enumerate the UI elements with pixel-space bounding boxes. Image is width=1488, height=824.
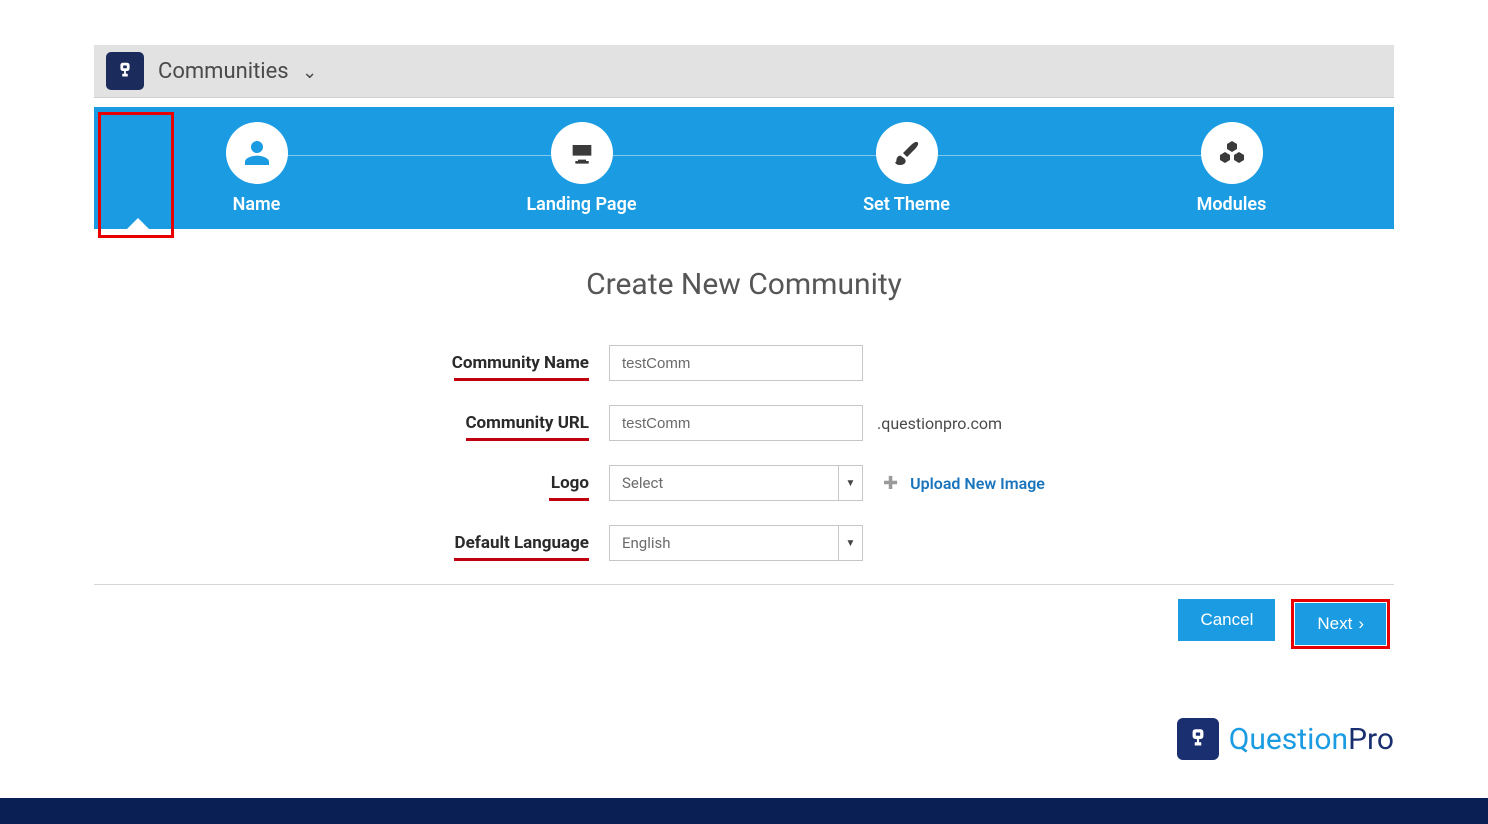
form-area: Community Name Community URL .questionpr… bbox=[94, 344, 1394, 562]
logo-select-value: Select bbox=[622, 474, 663, 492]
default-language-select[interactable]: English ▼ bbox=[609, 525, 863, 561]
upload-link-text: Upload New Image bbox=[910, 474, 1045, 493]
active-step-caret bbox=[126, 218, 150, 230]
button-row: Cancel Next › bbox=[94, 585, 1394, 649]
logo-select[interactable]: Select ▼ bbox=[609, 465, 863, 501]
select-arrow-icon: ▼ bbox=[838, 466, 862, 500]
step-label-modules: Modules bbox=[1069, 194, 1394, 215]
cubes-icon bbox=[1201, 122, 1263, 184]
footer-brand: QuestionPro bbox=[1177, 718, 1394, 760]
select-arrow-icon: ▼ bbox=[838, 526, 862, 560]
step-modules[interactable]: Modules bbox=[1069, 122, 1394, 215]
cancel-button[interactable]: Cancel bbox=[1178, 599, 1275, 641]
next-button[interactable]: Next › bbox=[1295, 603, 1386, 645]
row-default-language: Default Language English ▼ bbox=[384, 524, 1394, 562]
step-label-landing: Landing Page bbox=[419, 194, 744, 215]
step-label-theme: Set Theme bbox=[744, 194, 1069, 215]
step-label-name: Name bbox=[94, 194, 419, 215]
step-landing-page[interactable]: Landing Page bbox=[419, 122, 744, 215]
label-community-url: Community URL bbox=[384, 413, 609, 433]
language-select-value: English bbox=[622, 534, 671, 552]
url-suffix: .questionpro.com bbox=[877, 414, 1002, 433]
brand-text-1: Question bbox=[1229, 722, 1348, 757]
monitor-icon bbox=[551, 122, 613, 184]
step-name[interactable]: Name bbox=[94, 122, 419, 215]
qp-logo-footer-icon bbox=[1177, 718, 1219, 760]
underline-lang bbox=[454, 558, 589, 561]
row-logo: Logo Select ▼ ✚ Upload New Image bbox=[384, 464, 1394, 502]
underline-name bbox=[454, 378, 589, 381]
person-icon bbox=[226, 122, 288, 184]
top-bar: Communities ⌄ bbox=[94, 45, 1394, 98]
row-community-url: Community URL .questionpro.com bbox=[384, 404, 1394, 442]
label-default-language: Default Language bbox=[384, 533, 609, 553]
community-url-input[interactable] bbox=[609, 405, 863, 441]
topbar-dropdown[interactable]: Communities ⌄ bbox=[158, 59, 317, 84]
upload-new-image-link[interactable]: ✚ Upload New Image bbox=[883, 473, 1045, 494]
bottom-strip bbox=[0, 798, 1488, 824]
underline-url bbox=[466, 438, 589, 441]
topbar-label: Communities bbox=[158, 59, 289, 84]
plus-icon: ✚ bbox=[883, 473, 898, 494]
brush-icon bbox=[876, 122, 938, 184]
underline-logo bbox=[549, 498, 589, 501]
page-title: Create New Community bbox=[94, 267, 1394, 302]
step-set-theme[interactable]: Set Theme bbox=[744, 122, 1069, 215]
label-logo: Logo bbox=[384, 473, 609, 493]
label-community-name: Community Name bbox=[384, 353, 609, 373]
row-community-name: Community Name bbox=[384, 344, 1394, 382]
chevron-right-icon: › bbox=[1358, 614, 1364, 634]
next-button-label: Next bbox=[1317, 614, 1352, 634]
brand-text-2: Pro bbox=[1348, 722, 1394, 757]
stepper: Name Landing Page Set Theme Modules bbox=[94, 107, 1394, 229]
community-name-input[interactable] bbox=[609, 345, 863, 381]
qp-logo-icon bbox=[106, 52, 144, 90]
chevron-down-icon: ⌄ bbox=[302, 62, 317, 83]
highlight-next-button: Next › bbox=[1291, 599, 1390, 649]
